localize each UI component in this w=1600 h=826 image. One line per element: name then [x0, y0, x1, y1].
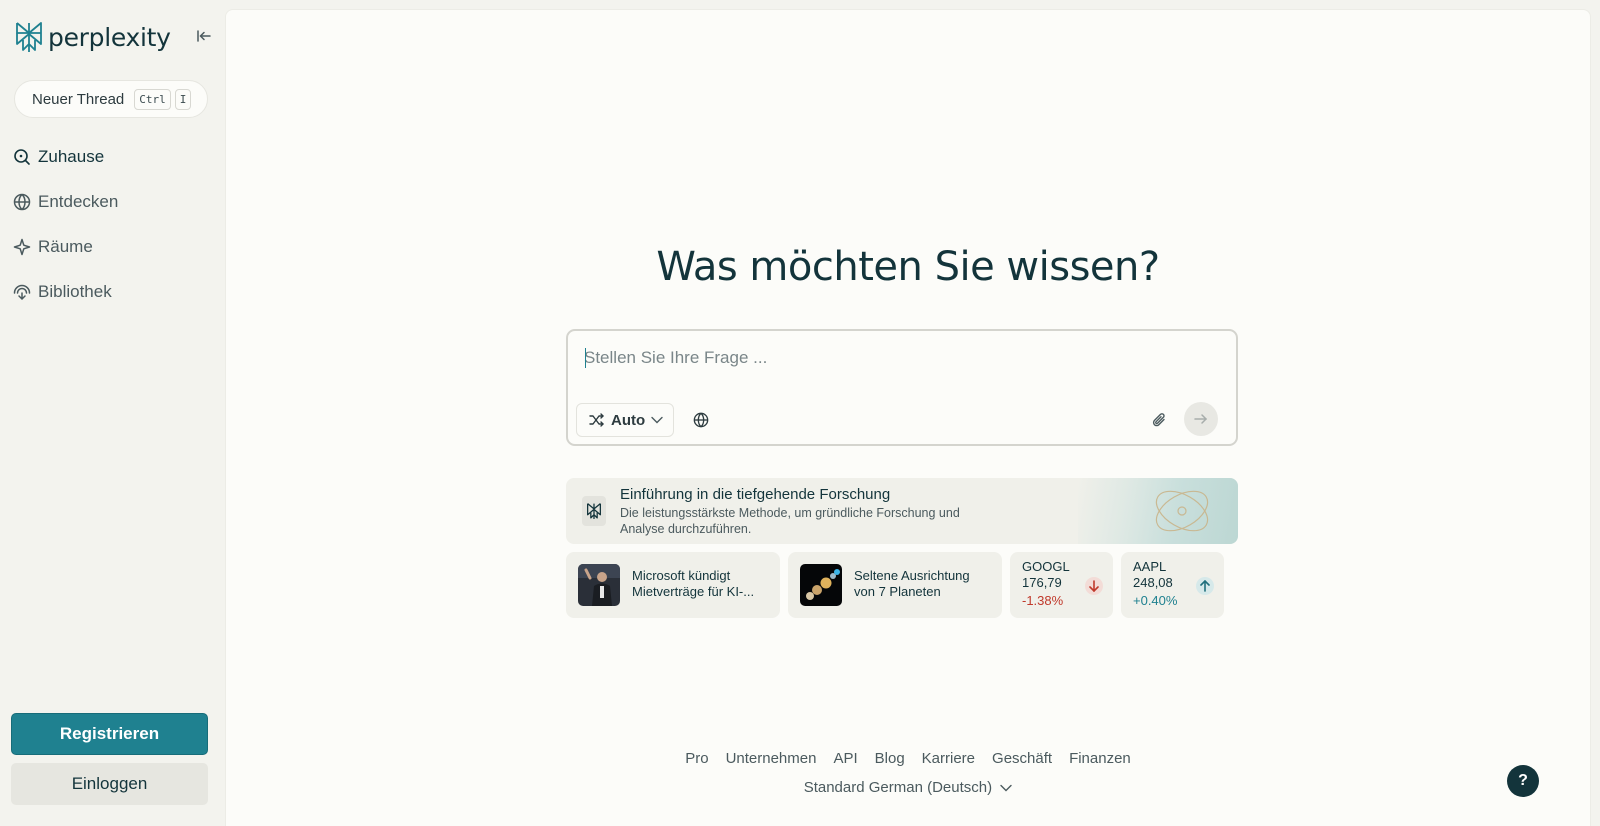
sidebar-item-entdecken[interactable]: Entdecken	[12, 187, 212, 217]
news-card[interactable]: Seltene Ausrichtung von 7 Planeten	[788, 552, 1002, 618]
news-card[interactable]: Microsoft kündigt Mietverträge für KI-..…	[566, 552, 780, 618]
promo-title: Einführung in die tiefgehende Forschung	[620, 486, 891, 503]
sidebar-item-raeume[interactable]: Räume	[12, 232, 212, 262]
web-sources-button[interactable]	[688, 407, 714, 433]
register-button[interactable]: Registrieren	[11, 713, 208, 755]
language-selector[interactable]: Standard German (Deutsch)	[226, 779, 1590, 796]
arrow-down-icon	[1085, 577, 1103, 595]
news-title: Microsoft kündigt Mietverträge für KI-..…	[632, 568, 755, 599]
deep-research-promo[interactable]: Einführung in die tiefgehende Forschung …	[566, 478, 1238, 544]
stock-symbol: GOOGL	[1022, 559, 1070, 574]
footer-links: Pro Unternehmen API Blog Karriere Geschä…	[226, 750, 1590, 767]
sidebar-item-label: Bibliothek	[38, 282, 112, 301]
footer-link-finanzen[interactable]: Finanzen	[1069, 750, 1131, 767]
news-thumbnail	[800, 564, 842, 606]
chevron-down-icon	[1000, 784, 1012, 792]
mode-label: Auto	[611, 411, 646, 429]
library-icon	[12, 282, 32, 302]
shortcut-key-ctrl: Ctrl	[134, 88, 171, 110]
ask-box: Auto	[566, 329, 1238, 446]
arrow-right-icon	[1194, 414, 1208, 424]
footer-link-unternehmen[interactable]: Unternehmen	[726, 750, 817, 767]
footer-link-pro[interactable]: Pro	[685, 750, 708, 767]
shuffle-icon	[589, 413, 604, 427]
paperclip-icon	[1152, 413, 1165, 427]
sidebar-item-bibliothek[interactable]: Bibliothek	[12, 277, 212, 307]
footer-link-geschaeft[interactable]: Geschäft	[992, 750, 1052, 767]
globe-icon	[693, 412, 709, 428]
logo[interactable]: perplexity	[14, 20, 214, 54]
stock-change: +0.40%	[1133, 593, 1178, 608]
stock-change: -1.38%	[1022, 593, 1064, 608]
promo-description: Die leistungsstärkste Methode, um gründl…	[620, 506, 960, 536]
stock-price: 248,08	[1133, 575, 1173, 590]
sidebar: perplexity Neuer Thread Ctrl I Zuhause E…	[0, 0, 224, 826]
mode-selector-button[interactable]: Auto	[576, 403, 674, 437]
language-label: Standard German (Deutsch)	[803, 779, 993, 796]
attach-button[interactable]	[1146, 407, 1172, 433]
main-panel: Was möchten Sie wissen? Auto	[225, 9, 1591, 826]
stock-price: 176,79	[1022, 575, 1062, 590]
shortcut-key-i: I	[174, 88, 192, 110]
chevron-down-icon	[651, 416, 663, 424]
news-title: Seltene Ausrichtung von 7 Planeten	[854, 568, 970, 599]
sidebar-item-label: Entdecken	[38, 192, 119, 211]
sidebar-item-label: Zuhause	[38, 147, 105, 166]
sidebar-item-label: Räume	[38, 237, 93, 256]
help-button[interactable]: ?	[1507, 765, 1539, 797]
perplexity-logo-icon	[582, 496, 606, 526]
text-caret	[585, 348, 586, 368]
collapse-icon	[197, 30, 211, 42]
new-thread-label: Neuer Thread	[32, 90, 125, 108]
stock-card-googl[interactable]: GOOGL 176,79 -1.38%	[1010, 552, 1113, 618]
sidebar-item-zuhause[interactable]: Zuhause	[12, 142, 212, 172]
page-title: Was möchten Sie wissen?	[656, 244, 1160, 290]
perplexity-logo-icon	[16, 22, 42, 52]
search-input[interactable]	[584, 345, 1204, 371]
footer-link-api[interactable]: API	[833, 750, 857, 767]
stock-symbol: AAPL	[1133, 559, 1167, 574]
arrow-up-icon	[1196, 577, 1214, 595]
news-thumbnail	[578, 564, 620, 606]
stock-card-aapl[interactable]: AAPL 248,08 +0.40%	[1121, 552, 1224, 618]
promo-illustration	[1078, 478, 1238, 544]
new-thread-button[interactable]: Neuer Thread Ctrl I	[14, 80, 208, 118]
login-button[interactable]: Einloggen	[11, 763, 208, 805]
footer-link-karriere[interactable]: Karriere	[922, 750, 975, 767]
sparkle-icon	[12, 237, 32, 257]
globe-icon	[12, 192, 32, 212]
footer-link-blog[interactable]: Blog	[875, 750, 905, 767]
search-icon	[12, 147, 32, 167]
send-button[interactable]	[1184, 402, 1218, 436]
logo-text: perplexity	[48, 22, 171, 52]
collapse-sidebar-button[interactable]	[194, 26, 214, 46]
